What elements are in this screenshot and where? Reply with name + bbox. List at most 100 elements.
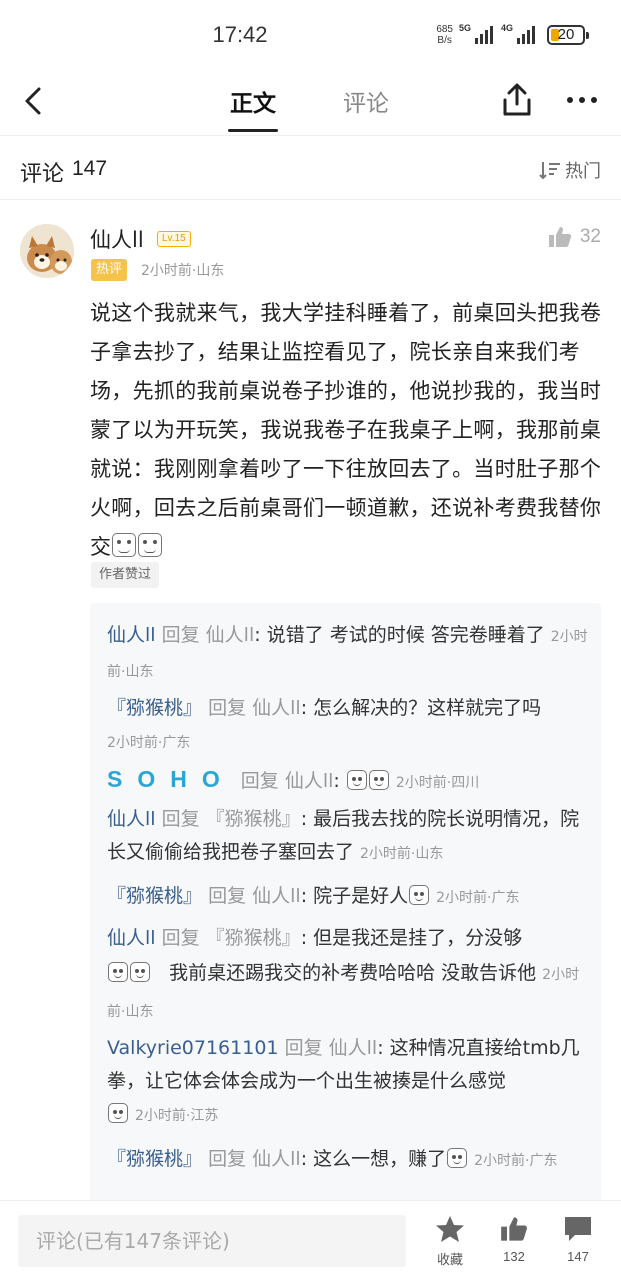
reply-text: :: [333, 770, 340, 792]
collect-button[interactable]: 收藏: [422, 1215, 478, 1268]
like-article-count: 132: [503, 1249, 525, 1264]
reply-item[interactable]: 仙人ll 回复 仙人ll: 说错了 考试的时候 答完卷睡着了 2小时前·山东: [107, 619, 589, 689]
reply-text-continued: 我前桌还踢我交的补考费哈哈哈 没敢告诉他: [169, 962, 537, 984]
comments-header: 评论 147 热门: [0, 136, 621, 200]
reply-target[interactable]: 『猕猴桃』: [206, 808, 301, 830]
reply-text: : 但是我还是挂了，分没够: [300, 927, 523, 949]
reply-target[interactable]: 仙人ll: [329, 1037, 378, 1059]
reply-time: 2小时前·广东: [107, 735, 191, 751]
net-speed-value: 685: [436, 24, 453, 35]
signal-5g-icon: 5G: [459, 23, 495, 44]
reply-word: 回复: [161, 808, 200, 830]
comment-text: 说这个我就来气，我大学挂科睡着了，前桌回头把我卷子拿去抄了，结果让监控看见了，院…: [90, 301, 602, 559]
reply-user[interactable]: 『猕猴桃』: [107, 697, 202, 719]
laugh-cry-emoji-icon: [346, 770, 367, 790]
level-badge: Lv.15: [157, 231, 191, 247]
reply-item[interactable]: Valkyrie07161101 回复 仙人ll: 这种情况直接给tmb几拳，让…: [107, 1032, 589, 1133]
reply-target[interactable]: 仙人ll: [252, 1148, 301, 1170]
reply-item[interactable]: 仙人ll 回复 『猕猴桃』: 最后我去找的院长说明情况，院长又偷偷给我把卷子塞回…: [107, 803, 589, 871]
comment-input[interactable]: [18, 1215, 406, 1267]
reply-item[interactable]: 『猕猴桃』 回复 仙人ll: 怎么解决的？这样就完了吗 2小时前·广东: [107, 692, 589, 760]
signal-4g-icon: 4G: [501, 23, 537, 44]
sort-toggle[interactable]: 热门: [539, 157, 601, 183]
battery-icon: 20: [547, 25, 589, 45]
status-icons: 685 B/s 5G 4G 20: [436, 23, 589, 46]
laugh-cry-emoji-icon: [112, 533, 137, 557]
reply-time: 2小时前·广东: [436, 890, 520, 906]
reply-item[interactable]: 『猕猴桃』 回复 仙人ll: 院子是好人 2小时前·广东: [107, 880, 589, 915]
reply-user[interactable]: 『猕猴桃』: [107, 885, 202, 907]
reply-user[interactable]: 『猕猴桃』: [107, 1148, 202, 1170]
reply-word: 回复: [208, 885, 247, 907]
comment-bubble-icon: [565, 1217, 591, 1241]
laugh-emoji-icon: [447, 1148, 468, 1168]
like-count: 32: [579, 226, 601, 247]
sort-icon: [539, 162, 560, 180]
net-speed-unit: B/s: [437, 35, 452, 46]
back-icon[interactable]: [18, 84, 52, 118]
battery-level: 20: [557, 26, 575, 43]
reply-target[interactable]: 仙人ll: [285, 770, 334, 792]
reply-time: 2小时前·广东: [474, 1153, 558, 1169]
reply-target[interactable]: 仙人ll: [252, 885, 301, 907]
tab-comments[interactable]: 评论: [343, 84, 389, 118]
reply-user-logo[interactable]: SOHO: [107, 766, 235, 792]
comments-count: 147: [72, 157, 108, 180]
reply-time: 2小时前·山东: [360, 846, 444, 862]
hot-comment-badge: 热评: [91, 259, 128, 281]
share-icon[interactable]: [500, 82, 534, 118]
like-article-button[interactable]: 132: [486, 1215, 542, 1264]
reply-target[interactable]: 『猕猴桃』: [206, 927, 301, 949]
more-icon[interactable]: [565, 88, 599, 112]
reply-text: : 怎么解决的？这样就完了吗: [300, 697, 542, 719]
tab-main-text[interactable]: 正文: [228, 84, 278, 132]
reply-item[interactable]: 『猕猴桃』 回复 仙人ll: 这么一想，赚了 2小时前·广东: [107, 1143, 589, 1178]
reply-word: 回复: [208, 1148, 247, 1170]
laugh-cry-emoji-icon: [138, 533, 163, 557]
reply-word: 回复: [208, 697, 247, 719]
comment-count: 147: [567, 1249, 589, 1264]
reply-text: : 这么一想，赚了: [300, 1148, 447, 1170]
comment-author[interactable]: 仙人ll: [90, 224, 144, 254]
status-time: 17:42: [212, 22, 268, 47]
reply-target[interactable]: 仙人ll: [206, 624, 255, 646]
like-button[interactable]: 32: [548, 225, 601, 249]
laugh-cry-emoji-icon: [130, 962, 150, 982]
reply-word: 回复: [161, 624, 200, 646]
avatar[interactable]: [20, 224, 74, 278]
reply-word: 回复: [161, 927, 200, 949]
signal-5g-label: 5G: [459, 23, 472, 33]
reply-user[interactable]: Valkyrie07161101: [107, 1037, 279, 1059]
reply-user[interactable]: 仙人ll: [107, 624, 156, 646]
bottom-bar: 收藏 132 147: [0, 1200, 621, 1280]
reply-time: 2小时前·江苏: [135, 1108, 219, 1124]
thumbs-up-icon: [501, 1217, 527, 1241]
comment-meta: 2小时前·山东: [141, 263, 225, 279]
comments-title: 评论: [20, 162, 65, 187]
smile-emoji-icon: [368, 770, 389, 790]
reply-user[interactable]: 仙人ll: [107, 927, 156, 949]
status-bar: 17:42 685 B/s 5G 4G 20: [0, 0, 621, 72]
comment-body: 说这个我就来气，我大学挂科睡着了，前桌回头把我卷子拿去抄了，结果让监控看见了，院…: [90, 294, 606, 567]
reply-user[interactable]: 仙人ll: [107, 808, 156, 830]
reply-time: 2小时前·四川: [395, 775, 480, 791]
laugh-cry-emoji-icon: [108, 962, 128, 982]
comment-button[interactable]: 147: [550, 1215, 606, 1264]
signal-4g-label: 4G: [501, 23, 514, 33]
smile-emoji-icon: [108, 1103, 128, 1123]
thumbs-up-icon: [548, 227, 571, 247]
reply-word: 回复: [284, 1037, 323, 1059]
reply-target[interactable]: 仙人ll: [252, 697, 301, 719]
net-speed: 685 B/s: [436, 24, 453, 46]
reply-text: : 说错了 考试的时候 答完卷睡着了: [254, 624, 545, 646]
reply-item[interactable]: 仙人ll 回复 『猕猴桃』: 但是我还是挂了，分没够 我前桌还踢我交的补考费哈哈…: [107, 921, 589, 1030]
dog-avatar-icon: [20, 224, 74, 278]
reply-thread: 仙人ll 回复 仙人ll: 说错了 考试的时候 答完卷睡着了 2小时前·山东 『猕…: [90, 603, 601, 1203]
reply-word: 回复: [240, 770, 279, 792]
collect-label: 收藏: [436, 1252, 463, 1267]
sort-label: 热门: [565, 161, 601, 182]
author-liked-tag: 作者赞过: [91, 562, 160, 588]
reply-item[interactable]: SOHO 回复 仙人ll: 2小时前·四川: [107, 763, 589, 800]
star-icon: [436, 1216, 464, 1242]
reply-text: : 院子是好人: [300, 885, 409, 907]
